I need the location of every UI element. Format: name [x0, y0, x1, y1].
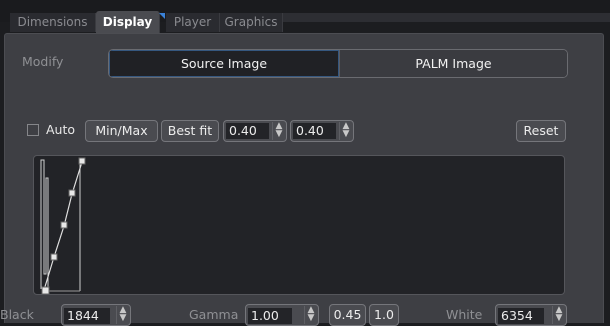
black-label: Black: [0, 307, 34, 322]
white-value-field[interactable]: 6354: [498, 308, 544, 324]
value2-stepper-icon[interactable]: ▲ ▼: [339, 122, 352, 140]
auto-label: Auto: [46, 122, 76, 137]
min-max-button[interactable]: Min/Max: [85, 120, 158, 142]
white-point-handle: [78, 157, 86, 165]
tab-display[interactable]: Display: [96, 11, 160, 33]
value1-spinbox[interactable]: 0.40 ▲ ▼: [223, 120, 287, 142]
active-tab-indicator: [159, 13, 165, 19]
tab-graphics[interactable]: Graphics: [220, 13, 283, 32]
black-point-handle: [41, 286, 50, 294]
black-stepper-icon[interactable]: ▲ ▼: [116, 306, 129, 324]
curve-handle-3: [68, 189, 76, 197]
tab-strip-filler: [283, 13, 610, 22]
source-image-button[interactable]: Source Image: [109, 50, 339, 77]
curve-handle-1: [50, 253, 58, 261]
white-label: White: [446, 307, 483, 322]
histogram-bars: [40, 159, 49, 291]
histogram-graphic: [40, 157, 86, 294]
gamma-value-field[interactable]: 1.00: [248, 308, 292, 324]
modify-segmented-control: Source Image PALM Image: [108, 49, 568, 78]
value2-spinbox[interactable]: 0.40 ▲ ▼: [290, 120, 354, 142]
value2-field[interactable]: 0.40: [293, 123, 336, 139]
tab-dimensions[interactable]: Dimensions: [10, 13, 96, 32]
reset-button[interactable]: Reset: [516, 120, 566, 142]
best-fit-button[interactable]: Best fit: [161, 120, 219, 142]
white-stepper-icon[interactable]: ▲ ▼: [552, 306, 565, 324]
gamma-label: Gamma: [189, 307, 239, 322]
value1-field[interactable]: 0.40: [226, 123, 269, 139]
modify-label: Modify: [22, 54, 64, 69]
histogram-curve-editor[interactable]: [33, 155, 565, 295]
palm-image-button[interactable]: PALM Image: [339, 50, 567, 77]
curve-handle-2: [60, 221, 68, 229]
value1-stepper-icon[interactable]: ▲ ▼: [272, 122, 285, 140]
gamma-stepper-icon[interactable]: ▲ ▼: [304, 306, 317, 324]
tab-player[interactable]: Player: [166, 13, 220, 32]
auto-checkbox[interactable]: [27, 124, 39, 136]
black-value-field[interactable]: 1844: [64, 308, 110, 324]
